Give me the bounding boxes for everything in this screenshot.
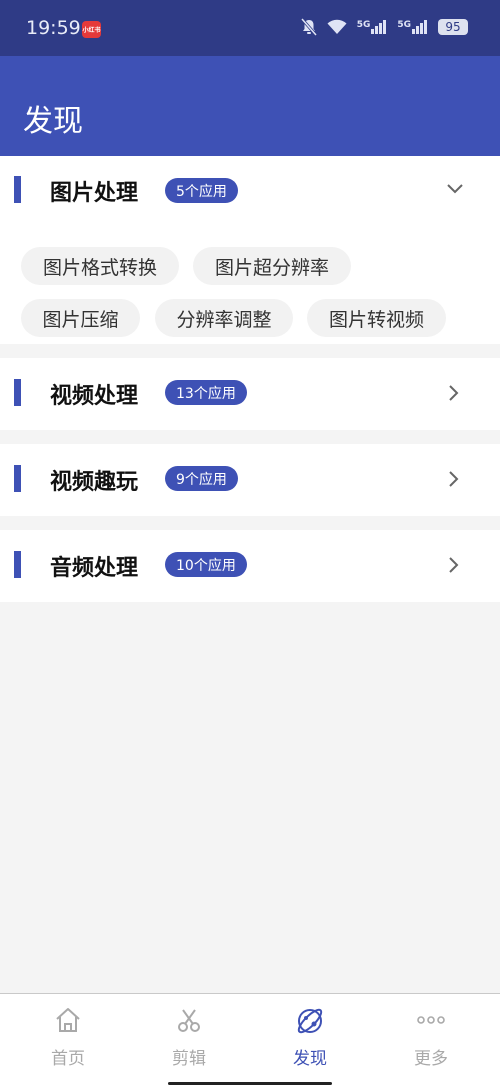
section-accent-bar	[14, 465, 21, 492]
mute-bell-icon	[300, 18, 317, 36]
nav-label: 更多	[414, 1049, 448, 1069]
category-section-video[interactable]: 视频处理 13个应用	[0, 358, 500, 430]
app-count-badge: 13个应用	[165, 380, 247, 405]
status-icons: 5G 5G 95	[300, 18, 468, 36]
category-section-image: 图片处理 5个应用 图片格式转换 图片超分辨率 图片压缩 分辨率调整 图片转视频	[0, 156, 500, 344]
section-title: 音频处理	[50, 556, 139, 581]
chevron-down-icon[interactable]	[446, 182, 464, 196]
nav-item-more[interactable]: 更多	[371, 994, 491, 1074]
chevron-right-icon[interactable]	[446, 384, 460, 402]
category-section-audio[interactable]: 音频处理 10个应用	[0, 530, 500, 602]
bottom-nav: 首页 剪辑 发现 更多	[0, 993, 500, 1087]
home-indicator[interactable]	[168, 1082, 332, 1085]
app-count-badge: 10个应用	[165, 552, 247, 577]
signal-label-1: 5G	[356, 20, 371, 30]
section-title: 视频趣玩	[50, 470, 139, 495]
app-count-badge: 9个应用	[165, 466, 238, 491]
scissors-icon	[178, 1009, 200, 1032]
section-header[interactable]: 图片处理 5个应用	[0, 156, 500, 222]
chip-image-format-convert[interactable]: 图片格式转换	[21, 247, 179, 285]
chip-resolution-adjust[interactable]: 分辨率调整	[155, 299, 293, 337]
chevron-right-icon[interactable]	[446, 470, 460, 488]
wifi-icon	[327, 19, 347, 34]
nav-label: 剪辑	[172, 1049, 206, 1069]
page-title: 发现	[23, 104, 83, 139]
app-count-badge: 5个应用	[165, 178, 238, 203]
app-header: 发现	[0, 56, 500, 156]
signal-5g-icon-2: 5G	[397, 20, 428, 34]
category-section-video-fun[interactable]: 视频趣玩 9个应用	[0, 444, 500, 516]
section-accent-bar	[14, 379, 21, 406]
nav-item-discover[interactable]: 发现	[250, 994, 370, 1074]
chip-image-to-video[interactable]: 图片转视频	[307, 299, 446, 337]
signal-5g-icon: 5G	[357, 20, 388, 34]
section-accent-bar	[14, 176, 21, 203]
nav-item-home[interactable]: 首页	[8, 994, 128, 1074]
more-icon	[417, 1016, 445, 1024]
battery-indicator: 95	[438, 19, 468, 35]
signal-label-2: 5G	[397, 20, 411, 30]
status-time: 19:59	[26, 17, 81, 39]
chip-image-compress[interactable]: 图片压缩	[21, 299, 140, 337]
section-title: 图片处理	[50, 181, 139, 206]
chevron-right-icon[interactable]	[446, 556, 460, 574]
nav-label: 发现	[293, 1049, 327, 1069]
nav-label: 首页	[51, 1049, 85, 1069]
section-accent-bar	[14, 551, 21, 578]
status-bar: 19:59 小红书 5G 5G 95	[0, 0, 500, 56]
notification-app-icon: 小红书	[82, 21, 101, 38]
section-title: 视频处理	[50, 384, 139, 409]
home-icon	[56, 1008, 80, 1032]
discover-icon	[297, 1008, 323, 1034]
chip-image-super-resolution[interactable]: 图片超分辨率	[193, 247, 351, 285]
nav-item-edit[interactable]: 剪辑	[129, 994, 249, 1074]
